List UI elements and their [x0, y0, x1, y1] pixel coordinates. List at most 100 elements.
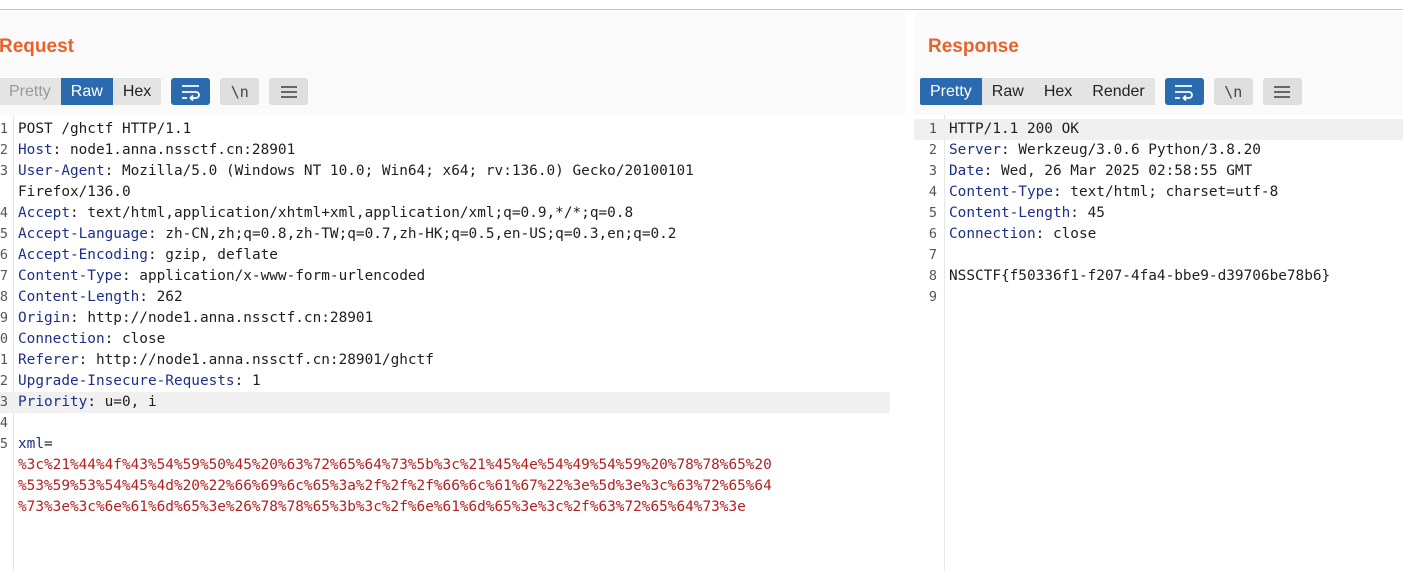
- line-number: 4: [0, 205, 8, 221]
- code-line: %73%3e%3c%6e%61%6d%65%3e%26%78%78%65%3b%…: [0, 497, 890, 518]
- line-content: Connection: close: [18, 329, 165, 350]
- line-number: 6: [928, 226, 937, 242]
- code-line: 12 Upgrade-Insecure-Requests: 1: [0, 371, 890, 392]
- line-content: Accept-Encoding: gzip, deflate: [18, 245, 278, 266]
- header-name: Priority: [18, 394, 88, 410]
- request-tab-raw[interactable]: Raw: [60, 78, 113, 105]
- line-content: Server: Werkzeug/3.0.6 Python/3.8.20: [949, 140, 1261, 161]
- header-name: Connection: [18, 331, 105, 347]
- line-content: HTTP/1.1 200 OK: [949, 119, 1079, 140]
- code-line: 13 Priority: u=0, i: [0, 392, 890, 413]
- line-number: 14: [0, 415, 8, 431]
- line-number: 10: [0, 331, 8, 347]
- code-line: 7 Content-Type: application/x-www-form-ur…: [0, 266, 890, 287]
- header-name: Content-Type: [18, 268, 122, 284]
- header-colon: :: [1052, 184, 1062, 200]
- code-line: 6 Accept-Encoding: gzip, deflate: [0, 245, 890, 266]
- header-colon: :: [139, 289, 148, 305]
- line-number: 11: [0, 352, 8, 368]
- header-value: zh-CN,zh;q=0.8,zh-TW;q=0.7,zh-HK;q=0.5,e…: [156, 226, 677, 242]
- param-value: %53%59%53%54%45%4d%20%22%66%69%6c%65%3a%…: [18, 478, 772, 494]
- code-line: 1 HTTP/1.1 200 OK: [914, 119, 1403, 140]
- response-wrap-button[interactable]: [1164, 78, 1204, 105]
- line-text: HTTP/1.1 200 OK: [949, 121, 1079, 137]
- code-line: 15 xml=: [0, 434, 890, 455]
- header-colon: :: [1000, 142, 1010, 158]
- code-line: 8 NSSCTF{f50336f1-f207-4fa4-bbe9-d39706be…: [914, 266, 1403, 287]
- newline-icon: \n: [230, 82, 249, 101]
- code-line: 6 Connection: close: [914, 224, 1403, 245]
- response-title: Response: [928, 36, 1019, 57]
- line-number: 8: [0, 289, 8, 305]
- code-line: 10 Connection: close: [0, 329, 890, 350]
- line-number: 6: [0, 247, 8, 263]
- header-value: 1: [243, 373, 261, 389]
- header-name: Referer: [18, 352, 79, 368]
- header-name: Content-Type: [949, 184, 1053, 200]
- header-name: Connection: [949, 226, 1036, 242]
- header-value: http://node1.anna.nssctf.cn:28901: [78, 310, 374, 326]
- param-value: %3c%21%44%4f%43%54%59%50%45%20%63%72%65%…: [18, 457, 772, 473]
- line-content: Referer: http://node1.anna.nssctf.cn:289…: [18, 350, 434, 371]
- line-text: POST /ghctf HTTP/1.1: [18, 121, 192, 137]
- line-number: 13: [0, 394, 8, 410]
- header-name: Content-Length: [18, 289, 140, 305]
- header-value: close: [1044, 226, 1097, 242]
- request-tab-pretty[interactable]: Pretty: [0, 78, 61, 105]
- code-line: 2 Server: Werkzeug/3.0.6 Python/3.8.20: [914, 140, 1403, 161]
- response-tab-pretty[interactable]: Pretty: [920, 78, 982, 105]
- header-value: Werkzeug/3.0.6 Python/3.8.20: [1009, 142, 1261, 158]
- response-header: Response Pretty Raw Hex Render \n: [914, 12, 1403, 115]
- request-newline-button[interactable]: \n: [220, 78, 260, 105]
- request-menu-button[interactable]: [269, 78, 309, 105]
- code-line: 5 Content-Length: 45: [914, 203, 1403, 224]
- line-number: 5: [0, 226, 8, 242]
- code-line: 9: [914, 287, 1403, 308]
- header-value: 262: [147, 289, 183, 305]
- line-number: 9: [0, 310, 8, 326]
- code-line: 5 Accept-Language: zh-CN,zh;q=0.8,zh-TW;q…: [0, 224, 890, 245]
- code-line: 9 Origin: http://node1.anna.nssctf.cn:289…: [0, 308, 890, 329]
- line-number: 1: [0, 121, 8, 137]
- line-number: 15: [0, 436, 8, 452]
- code-line: 14: [0, 413, 890, 434]
- header-colon: :: [1035, 226, 1045, 242]
- line-number: 2: [0, 142, 8, 158]
- code-line: 4 Content-Type: text/html; charset=utf-8: [914, 182, 1403, 203]
- line-content: Content-Length: 262: [18, 287, 183, 308]
- line-content: Accept: text/html,application/xhtml+xml,…: [18, 203, 633, 224]
- header-colon: :: [104, 163, 114, 179]
- code-line: 8 Content-Length: 262: [0, 287, 890, 308]
- response-tab-raw[interactable]: Raw: [982, 78, 1034, 105]
- request-view-tabs: Pretty Raw Hex: [0, 78, 162, 105]
- response-tab-render[interactable]: Render: [1082, 78, 1154, 105]
- request-editor[interactable]: 1 POST /ghctf HTTP/1.1 2 Host: node1.anna.n…: [0, 115, 905, 571]
- param-equals: =: [44, 436, 53, 452]
- code-line: 11 Referer: http://node1.anna.nssctf.cn:2…: [0, 350, 890, 371]
- line-content: User-Agent: Mozilla/5.0 (Windows NT 10.0…: [18, 161, 694, 182]
- line-content: Content-Length: 45: [949, 203, 1105, 224]
- newline-icon: \n: [1224, 82, 1243, 101]
- line-number: 5: [928, 205, 937, 221]
- response-menu-button[interactable]: [1262, 78, 1302, 105]
- line-number: 2: [928, 142, 937, 158]
- header-name: Accept-Language: [18, 226, 148, 242]
- line-number: 7: [0, 268, 8, 284]
- line-content: Origin: http://node1.anna.nssctf.cn:2890…: [18, 308, 373, 329]
- code-line: 7: [914, 245, 1403, 266]
- line-content: Host: node1.anna.nssctf.cn:28901: [18, 140, 295, 161]
- header-value: node1.anna.nssctf.cn:28901: [61, 142, 296, 158]
- header-name: Origin: [18, 310, 70, 326]
- response-tab-hex[interactable]: Hex: [1034, 78, 1082, 105]
- header-value: text/html; charset=utf-8: [1061, 184, 1279, 200]
- line-content: %3c%21%44%4f%43%54%59%50%45%20%63%72%65%…: [18, 455, 772, 476]
- response-editor[interactable]: 1 HTTP/1.1 200 OK 2 Server: Werkzeug/3.0.6 …: [914, 115, 1403, 571]
- request-tab-hex[interactable]: Hex: [113, 78, 161, 105]
- header-value: close: [113, 331, 166, 347]
- header-value: http://node1.anna.nssctf.cn:28901/ghctf: [87, 352, 434, 368]
- response-newline-button[interactable]: \n: [1213, 78, 1253, 105]
- line-number: 3: [0, 163, 8, 179]
- request-wrap-button[interactable]: [171, 78, 211, 105]
- header-colon: :: [87, 394, 96, 410]
- code-line: %53%59%53%54%45%4d%20%22%66%69%6c%65%3a%…: [0, 476, 890, 497]
